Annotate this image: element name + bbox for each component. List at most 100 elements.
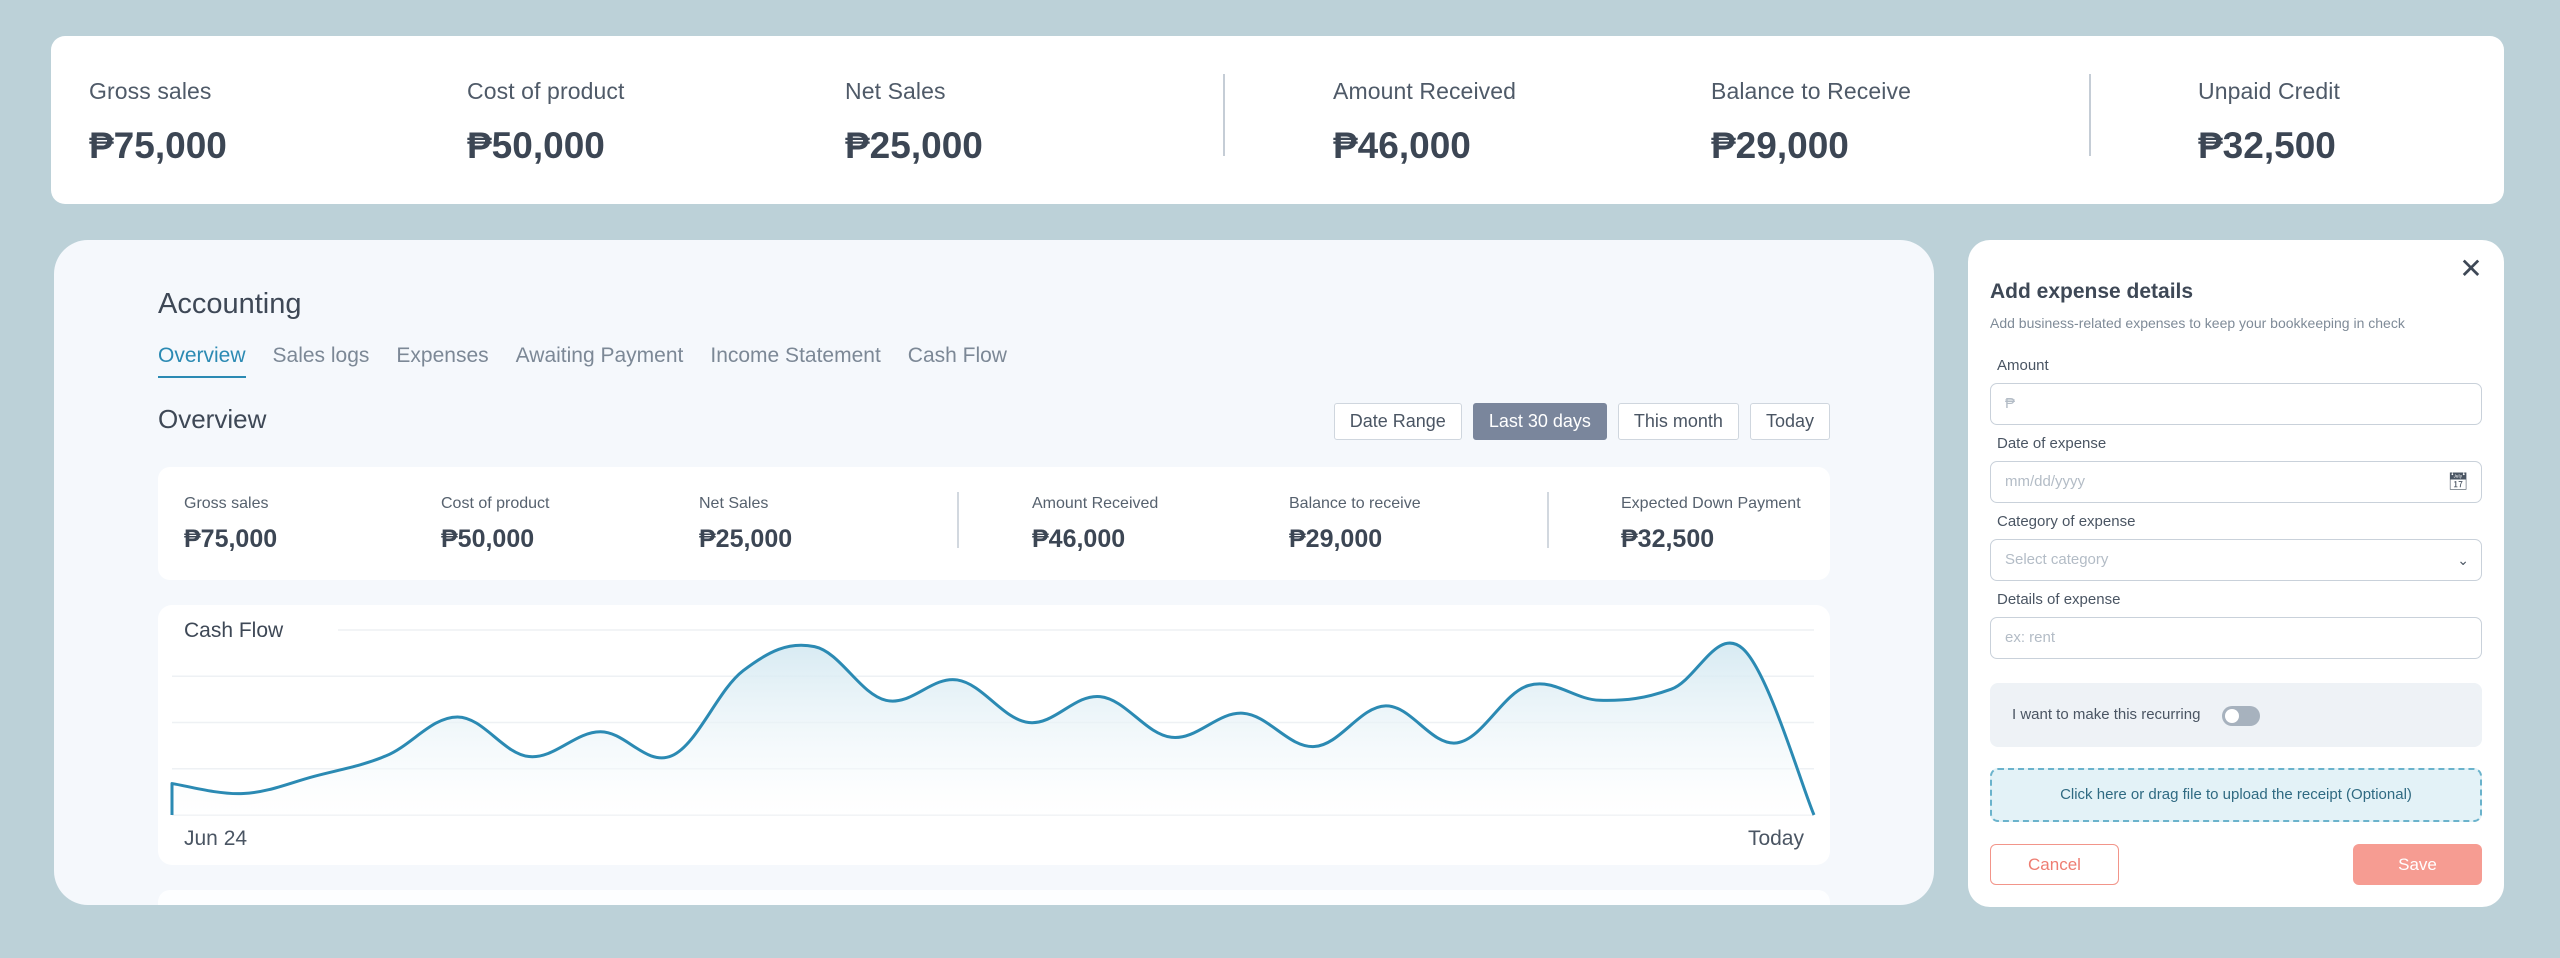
- summary-unpaid-credit: Unpaid Credit ₱32,500: [2198, 78, 2340, 167]
- accounting-tabs: Overview Sales logs Expenses Awaiting Pa…: [158, 344, 1007, 378]
- summary-balance-to-receive: Balance to Receive ₱29,000: [1711, 78, 1911, 167]
- summary-label: Net Sales: [845, 78, 946, 104]
- cash-flow-point: [1812, 813, 1816, 817]
- expense-form-subtitle: Add business-related expenses to keep yo…: [1990, 315, 2405, 331]
- summary-value: ₱46,000: [1333, 125, 1471, 166]
- cash-flow-point: [1312, 745, 1316, 749]
- summary-value: ₱32,500: [2198, 125, 2336, 166]
- summary-cost-of-product: Cost of product ₱50,000: [467, 78, 624, 167]
- stat-cost-of-product: Cost of product ₱50,000: [441, 495, 550, 554]
- summary-gross-sales: Gross sales ₱75,000: [89, 78, 227, 167]
- cash-flow-point: [241, 792, 245, 796]
- stat-label: Net Sales: [699, 495, 769, 512]
- close-icon[interactable]: ✕: [2456, 254, 2486, 284]
- cash-flow-point: [670, 754, 674, 758]
- summary-label: Balance to Receive: [1711, 78, 1911, 104]
- this-month-button[interactable]: This month: [1617, 403, 1739, 440]
- cash-flow-point: [1098, 695, 1102, 699]
- cash-flow-point: [1526, 684, 1530, 688]
- date-placeholder: mm/dd/yyyy: [2005, 473, 2086, 490]
- recurring-toggle[interactable]: [2222, 706, 2260, 726]
- summary-divider: [2089, 74, 2091, 156]
- cash-flow-point: [456, 715, 460, 719]
- stat-amount-received: Amount Received ₱46,000: [1032, 495, 1158, 554]
- chevron-down-icon: ⌄: [2457, 552, 2469, 568]
- cash-flow-point: [1741, 647, 1745, 651]
- tab-cash-flow[interactable]: Cash Flow: [908, 344, 1007, 378]
- stat-value: ₱50,000: [441, 525, 535, 553]
- last-30-days-button[interactable]: Last 30 days: [1472, 403, 1607, 440]
- stat-value: ₱75,000: [184, 525, 278, 553]
- cash-flow-chart: [170, 629, 1816, 817]
- stat-value: ₱25,000: [699, 525, 793, 553]
- summary-value: ₱75,000: [89, 125, 227, 166]
- summary-label: Gross sales: [89, 78, 212, 104]
- date-label: Date of expense: [1997, 435, 2107, 452]
- cash-flow-point: [884, 698, 888, 702]
- calendar-icon[interactable]: 📅︎: [2447, 462, 2469, 502]
- cash-flow-point: [1598, 698, 1602, 702]
- x-axis-end-label: Today: [1747, 827, 1804, 850]
- stat-label: Gross sales: [184, 495, 269, 512]
- cash-flow-point: [384, 754, 388, 758]
- next-card-peek: [158, 890, 1830, 905]
- stat-value: ₱46,000: [1032, 525, 1126, 553]
- cash-flow-point: [1669, 687, 1673, 691]
- overview-stats-card: Gross sales ₱75,000 Cost of product ₱50,…: [158, 467, 1830, 580]
- details-label: Details of expense: [1997, 591, 2121, 608]
- recurring-label: I want to make this recurring: [2012, 706, 2201, 723]
- tab-expenses[interactable]: Expenses: [396, 344, 488, 378]
- amount-field[interactable]: ₱: [1990, 383, 2482, 425]
- today-button[interactable]: Today: [1749, 403, 1830, 440]
- summary-divider: [1223, 74, 1225, 156]
- stat-label: Cost of product: [441, 495, 550, 512]
- cash-flow-point: [1455, 741, 1459, 745]
- cash-flow-point: [813, 645, 817, 649]
- save-button[interactable]: Save: [2353, 844, 2482, 885]
- category-label: Category of expense: [1997, 513, 2136, 530]
- tab-awaiting-payment[interactable]: Awaiting Payment: [516, 344, 684, 378]
- cash-flow-point: [170, 782, 174, 786]
- stat-label: Expected Down Payment: [1621, 495, 1801, 512]
- stat-value: ₱29,000: [1289, 525, 1383, 553]
- cash-flow-point: [1027, 721, 1031, 725]
- category-select[interactable]: Select category ⌄: [1990, 539, 2482, 581]
- accounting-panel: Accounting Overview Sales logs Expenses …: [54, 240, 1934, 905]
- summary-label: Unpaid Credit: [2198, 78, 2340, 104]
- tab-sales-logs[interactable]: Sales logs: [273, 344, 370, 378]
- summary-bar: Gross sales ₱75,000 Cost of product ₱50,…: [51, 36, 2504, 204]
- cash-flow-point: [741, 669, 745, 673]
- summary-label: Cost of product: [467, 78, 625, 104]
- summary-label: Amount Received: [1333, 78, 1517, 104]
- stat-value: ₱32,500: [1621, 525, 1715, 553]
- chart-title: Cash Flow: [184, 619, 284, 642]
- summary-value: ₱25,000: [845, 125, 983, 166]
- cash-flow-point: [1241, 711, 1245, 715]
- cash-flow-point: [1169, 735, 1173, 739]
- summary-value: ₱29,000: [1711, 125, 1849, 166]
- receipt-upload-dropzone[interactable]: Click here or drag file to upload the re…: [1990, 768, 2482, 822]
- details-field[interactable]: ex: rent: [1990, 617, 2482, 659]
- cash-flow-point: [955, 678, 959, 682]
- stat-label: Amount Received: [1032, 495, 1159, 512]
- cash-flow-area: [172, 643, 1814, 815]
- stat-expected-down-payment: Expected Down Payment ₱32,500: [1621, 495, 1801, 554]
- page-title: Accounting: [158, 288, 302, 320]
- date-field[interactable]: mm/dd/yyyy 📅︎: [1990, 461, 2482, 503]
- stat-gross-sales: Gross sales ₱75,000: [184, 495, 277, 554]
- expense-form-title: Add expense details: [1990, 280, 2194, 303]
- summary-amount-received: Amount Received ₱46,000: [1333, 78, 1516, 167]
- stat-net-sales: Net Sales ₱25,000: [699, 495, 792, 554]
- cash-flow-point: [1384, 704, 1388, 708]
- cash-flow-point: [527, 755, 531, 759]
- overview-title: Overview: [158, 404, 267, 434]
- tab-overview[interactable]: Overview: [158, 344, 246, 378]
- cancel-button[interactable]: Cancel: [1990, 844, 2119, 885]
- stat-label: Balance to receive: [1289, 495, 1421, 512]
- tab-income-statement[interactable]: Income Statement: [710, 344, 880, 378]
- category-placeholder: Select category: [2005, 551, 2109, 568]
- summary-net-sales: Net Sales ₱25,000: [845, 78, 983, 167]
- stat-divider: [1547, 492, 1549, 548]
- date-range-button[interactable]: Date Range: [1333, 403, 1462, 440]
- stat-balance-to-receive: Balance to receive ₱29,000: [1289, 495, 1421, 554]
